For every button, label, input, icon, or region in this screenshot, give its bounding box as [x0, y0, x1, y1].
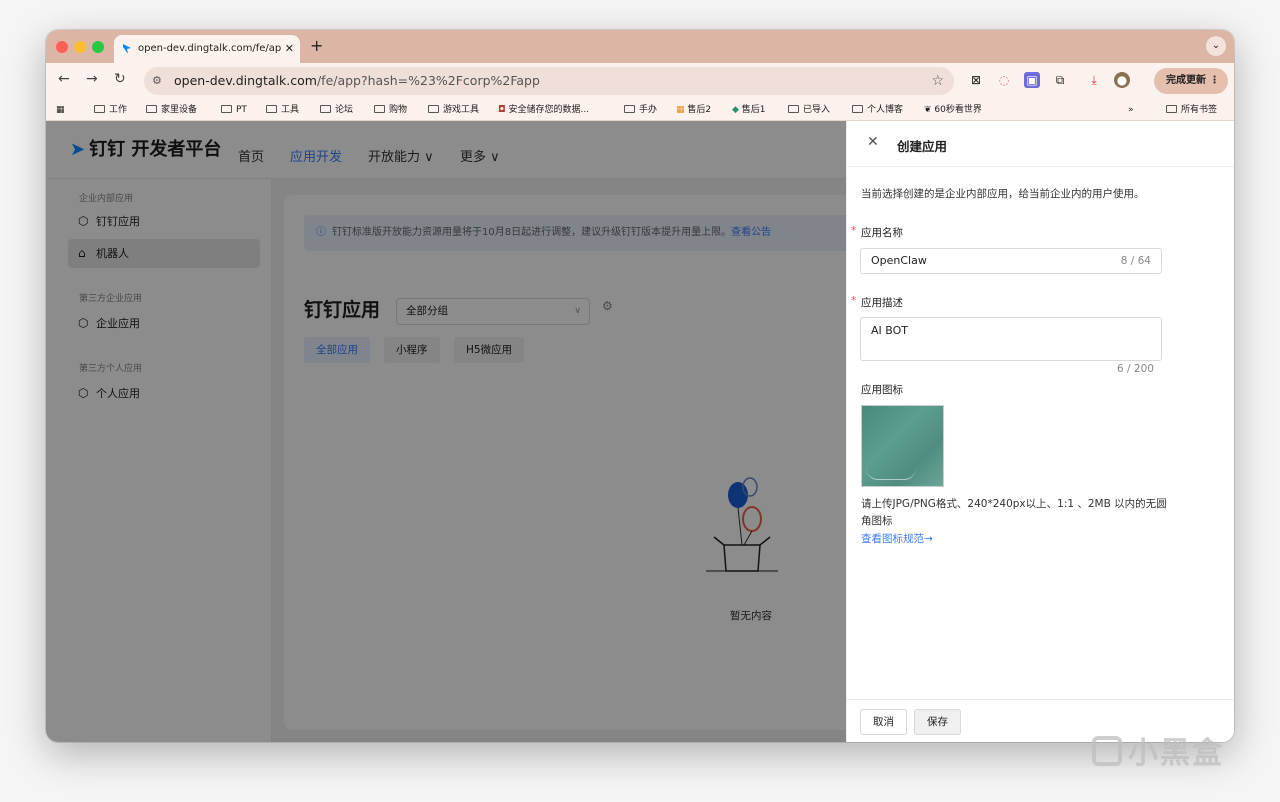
url-host: open-dev.dingtalk.com	[174, 73, 317, 88]
bookmark-folder[interactable]: 已导入	[788, 99, 830, 121]
download-icon[interactable]: ⤓	[1086, 72, 1102, 88]
bookmark-folder[interactable]: 手办	[624, 99, 657, 121]
tab-title: open-dev.dingtalk.com/fe/ap	[138, 43, 282, 54]
bookmark-link[interactable]: ◘ 安全储存您的数据...	[498, 99, 589, 121]
create-app-drawer: ✕ 创建应用 当前选择创建的是企业内部应用，给当前企业内的用户使用。 * 应用名称…	[846, 121, 1234, 742]
extension-3-icon[interactable]: ▣	[1024, 72, 1040, 88]
bookmark-folder[interactable]: 个人博客	[852, 99, 903, 121]
update-button[interactable]: 完成更新 ⋮	[1154, 68, 1228, 94]
reload-icon[interactable]: ↻	[114, 71, 126, 87]
bookmark-folder[interactable]: 论坛	[320, 99, 353, 121]
extension-1-icon[interactable]: ⊠	[968, 72, 984, 88]
folder-icon	[146, 105, 157, 113]
close-icon[interactable]: ✕	[867, 134, 879, 150]
folder-icon	[1166, 105, 1177, 113]
bookmark-link[interactable]: ◆ 售后1	[732, 99, 766, 121]
address-bar[interactable]: ⚙ open-dev.dingtalk.com/fe/app?hash=%23%…	[144, 67, 954, 95]
tab-search-chevron-icon[interactable]: ⌄	[1206, 36, 1226, 56]
bookmarks-bar: ▦ 工作 家里设备 PT 工具 论坛 购物 游戏工具 ◘ 安全储存您的数据...…	[46, 99, 1234, 121]
site-settings-icon[interactable]: ⚙	[152, 67, 162, 95]
folder-icon	[788, 105, 799, 113]
app-name-counter: 8 / 64	[1120, 255, 1151, 267]
app-icon-label: 应用图标	[861, 384, 903, 396]
forward-arrow-icon[interactable]: →	[86, 71, 98, 87]
folder-icon	[428, 105, 439, 113]
bookmark-folder[interactable]: 家里设备	[146, 99, 197, 121]
bookmark-folder[interactable]: 工具	[266, 99, 299, 121]
browser-window: open-dev.dingtalk.com/fe/ap ✕ + ⌄ ← → ↻ …	[46, 30, 1234, 742]
close-window-button[interactable]	[56, 41, 68, 53]
folder-icon	[624, 105, 635, 113]
bookmark-folder[interactable]: 游戏工具	[428, 99, 479, 121]
required-mark: *	[851, 295, 857, 307]
bookmark-link[interactable]: ▦ 售后2	[676, 99, 711, 121]
profile-avatar[interactable]: ●	[1114, 72, 1130, 88]
url-path: /fe/app?hash=%23%2Fcorp%2Fapp	[316, 73, 540, 88]
extensions-puzzle-icon[interactable]: ⧉	[1052, 72, 1068, 88]
folder-icon	[852, 105, 863, 113]
save-button[interactable]: 保存	[914, 709, 961, 735]
icon-guidelines-link[interactable]: 查看图标规范→	[861, 531, 933, 546]
app-description-label: * 应用描述	[851, 295, 903, 309]
icon-upload-hint: 请上传JPG/PNG格式、240*240px以上、1:1 、2MB 以内的无圆角…	[861, 498, 1167, 527]
cancel-button[interactable]: 取消	[860, 709, 907, 735]
drawer-description: 当前选择创建的是企业内部应用，给当前企业内的用户使用。	[861, 188, 1145, 200]
drawer-title: 创建应用	[897, 139, 948, 154]
modal-overlay[interactable]	[46, 121, 846, 742]
back-arrow-icon[interactable]: ←	[58, 71, 70, 87]
apps-grid-icon[interactable]: ▦	[56, 99, 65, 121]
icon-image-detail	[866, 468, 916, 480]
browser-tab[interactable]: open-dev.dingtalk.com/fe/ap ✕	[114, 35, 300, 63]
new-tab-button[interactable]: +	[310, 36, 323, 55]
app-name-label: * 应用名称	[851, 225, 903, 239]
zoom-window-button[interactable]	[92, 41, 104, 53]
folder-icon	[94, 105, 105, 113]
app-description-textarea[interactable]: AI BOT	[860, 317, 1162, 361]
browser-toolbar: ← → ↻ ⚙ open-dev.dingtalk.com/fe/app?has…	[46, 63, 1234, 99]
bookmark-star-icon[interactable]: ☆	[931, 67, 944, 95]
drawer-header: ✕ 创建应用	[847, 121, 1234, 167]
tab-strip: open-dev.dingtalk.com/fe/ap ✕ + ⌄	[46, 30, 1234, 63]
dingtalk-favicon-icon	[123, 44, 131, 54]
bookmark-folder[interactable]: PT	[221, 99, 247, 121]
app-description-counter: 6 / 200	[1117, 363, 1154, 375]
bookmark-link[interactable]: ❦ 60秒看世界	[924, 99, 982, 121]
folder-icon	[320, 105, 331, 113]
app-icon-upload[interactable]	[861, 405, 944, 487]
watermark-logo-icon	[1092, 736, 1122, 766]
bookmark-folder[interactable]: 工作	[94, 99, 127, 121]
required-mark: *	[851, 225, 857, 237]
bookmarks-overflow-button[interactable]: »	[1128, 99, 1134, 121]
folder-icon	[266, 105, 277, 113]
watermark: 小黑盒	[1092, 728, 1224, 772]
all-bookmarks-folder[interactable]: 所有书签	[1166, 99, 1217, 121]
folder-icon	[221, 105, 232, 113]
bookmark-folder[interactable]: 购物	[374, 99, 407, 121]
minimize-window-button[interactable]	[74, 41, 86, 53]
app-name-input[interactable]: OpenClaw 8 / 64	[860, 248, 1162, 274]
tab-close-icon[interactable]: ✕	[285, 35, 294, 63]
folder-icon	[374, 105, 385, 113]
extension-2-icon[interactable]: ◌	[996, 72, 1012, 88]
